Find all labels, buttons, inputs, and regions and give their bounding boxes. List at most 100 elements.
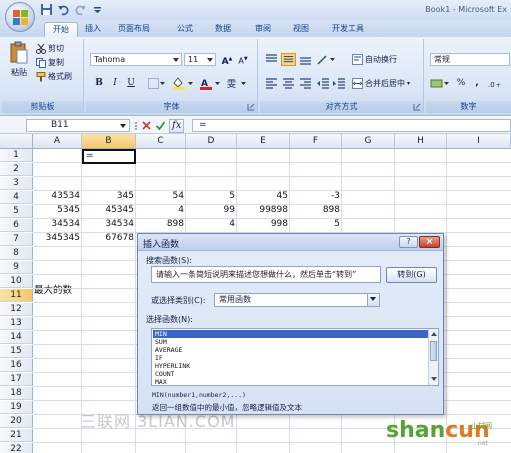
row-header-12[interactable]: 12 <box>0 303 33 316</box>
cell-e6[interactable]: 998 <box>237 218 290 231</box>
expand-handle-icon[interactable] <box>134 120 138 132</box>
list-item-average[interactable]: AVERAGE <box>153 346 429 354</box>
cell-a11[interactable]: 最大的数 <box>34 284 82 297</box>
align-center-icon[interactable] <box>281 77 296 90</box>
row-header-15[interactable]: 15 <box>0 345 33 358</box>
row-header-18[interactable]: 18 <box>0 387 33 400</box>
column-header-h[interactable]: H <box>395 134 447 149</box>
close-button[interactable]: × <box>419 236 440 248</box>
format-painter-button[interactable]: 格式刷 <box>36 71 72 82</box>
align-middle-icon[interactable] <box>281 53 296 66</box>
cell-a7[interactable]: 345345 <box>33 232 82 245</box>
list-item-count[interactable]: COUNT <box>153 370 429 378</box>
column-header-c[interactable]: C <box>136 134 186 149</box>
column-header-a[interactable]: A <box>33 134 82 149</box>
row-header-17[interactable]: 17 <box>0 373 33 386</box>
cell-d6[interactable]: 4 <box>186 218 237 231</box>
search-function-input[interactable]: 请输入一条简短说明来描述您想做什么，然后单击“转到” <box>151 266 381 283</box>
scroll-down-icon[interactable] <box>430 375 438 383</box>
tab-developer[interactable]: 开发工具 <box>326 22 370 37</box>
cell-e4[interactable]: 45 <box>237 190 290 203</box>
tab-data[interactable]: 数据 <box>208 22 238 37</box>
align-bottom-icon[interactable] <box>298 53 313 66</box>
cell-d4[interactable]: 5 <box>186 190 237 203</box>
cell-b4[interactable]: 345 <box>82 190 136 203</box>
column-header-b[interactable]: B <box>82 134 136 149</box>
tab-insert[interactable]: 插入 <box>80 22 106 37</box>
row-header-7[interactable]: 7 <box>0 233 33 246</box>
underline-button[interactable]: U <box>124 77 138 90</box>
increase-decimal-icon[interactable]: .0 + <box>488 77 508 90</box>
currency-icon[interactable] <box>430 77 450 90</box>
scroll-up-icon[interactable] <box>430 330 438 338</box>
font-color-icon[interactable]: A <box>199 77 223 90</box>
row-header-1[interactable]: 1 <box>0 149 33 162</box>
cell-b6[interactable]: 34534 <box>82 218 136 231</box>
align-left-icon[interactable] <box>264 77 279 90</box>
tab-view[interactable]: 视图 <box>286 22 316 37</box>
row-header-6[interactable]: 6 <box>0 219 33 232</box>
scroll-thumb[interactable] <box>430 341 437 361</box>
fill-color-icon[interactable] <box>172 77 196 90</box>
dialog-launcher-icon[interactable] <box>247 103 255 111</box>
row-header-9[interactable]: 9 <box>0 261 33 274</box>
column-header-f[interactable]: F <box>290 134 342 149</box>
cell-f6[interactable]: 5 <box>290 218 342 231</box>
cell-a4[interactable]: 43534 <box>33 190 82 203</box>
percent-button[interactable]: % <box>454 77 468 90</box>
cell-d5[interactable]: 99 <box>186 204 237 217</box>
redo-icon[interactable] <box>74 3 87 16</box>
cell-c6[interactable]: 898 <box>136 218 186 231</box>
tab-home[interactable]: 开始 <box>44 22 78 37</box>
row-header-10[interactable]: 10 <box>0 275 33 288</box>
number-format-combo[interactable]: 常规 <box>430 53 510 66</box>
active-cell-b11[interactable]: = <box>82 149 136 164</box>
formula-input[interactable]: = <box>192 119 511 132</box>
shrink-font-icon[interactable]: A▼ <box>236 53 250 66</box>
comma-button[interactable]: , <box>470 77 484 90</box>
select-all-corner[interactable] <box>0 134 33 149</box>
cell-a6[interactable]: 34534 <box>33 218 82 231</box>
paste-button[interactable]: 粘贴 <box>8 41 30 78</box>
column-header-i[interactable]: I <box>447 134 511 149</box>
customize-toolbar-icon[interactable] <box>91 3 104 16</box>
cell-a5[interactable]: 5345 <box>33 204 82 217</box>
row-header-21[interactable]: 21 <box>0 429 33 442</box>
office-button[interactable] <box>5 2 35 32</box>
merge-center-button[interactable]: 合并后居中 ▾ <box>352 78 410 89</box>
column-header-e[interactable]: E <box>237 134 290 149</box>
decrease-indent-icon[interactable] <box>316 77 331 90</box>
align-top-icon[interactable] <box>264 53 279 66</box>
cell-b7[interactable]: 67678 <box>82 232 136 245</box>
function-list[interactable]: MIN SUM AVERAGE IF HYPERLINK COUNT MAX <box>151 328 439 386</box>
copy-button[interactable]: 复制 <box>36 57 64 68</box>
list-item-hyperlink[interactable]: HYPERLINK <box>153 362 429 370</box>
list-item-min[interactable]: MIN <box>153 330 429 338</box>
row-header-8[interactable]: 8 <box>0 247 33 260</box>
category-select[interactable]: 常用函数 <box>214 293 380 307</box>
go-button[interactable]: 转到(G) <box>386 267 437 283</box>
enter-check-icon[interactable] <box>155 120 166 131</box>
save-icon[interactable] <box>40 3 53 16</box>
tab-review[interactable]: 审阅 <box>248 22 278 37</box>
row-header-22[interactable]: 22 <box>0 443 33 453</box>
row-header-4[interactable]: 4 <box>0 191 33 204</box>
borders-icon[interactable] <box>148 78 166 89</box>
category-dropdown-button[interactable] <box>367 294 379 306</box>
row-header-14[interactable]: 14 <box>0 331 33 344</box>
column-header-g[interactable]: G <box>342 134 395 149</box>
phonetic-icon[interactable]: 雯 <box>226 77 250 90</box>
wrap-text-button[interactable]: 自动换行 <box>352 54 397 65</box>
align-right-icon[interactable] <box>298 77 313 90</box>
cell-b5[interactable]: 45345 <box>82 204 136 217</box>
row-header-13[interactable]: 13 <box>0 317 33 330</box>
undo-icon[interactable] <box>57 3 70 16</box>
cell-f4[interactable]: -3 <box>290 190 342 203</box>
tab-formulas[interactable]: 公式 <box>170 22 200 37</box>
cell-c4[interactable]: 54 <box>136 190 186 203</box>
list-item-if[interactable]: IF <box>153 354 429 362</box>
row-header-19[interactable]: 19 <box>0 401 33 414</box>
function-list-scrollbar[interactable] <box>428 329 438 385</box>
list-item-max[interactable]: MAX <box>153 378 429 385</box>
column-header-d[interactable]: D <box>186 134 237 149</box>
